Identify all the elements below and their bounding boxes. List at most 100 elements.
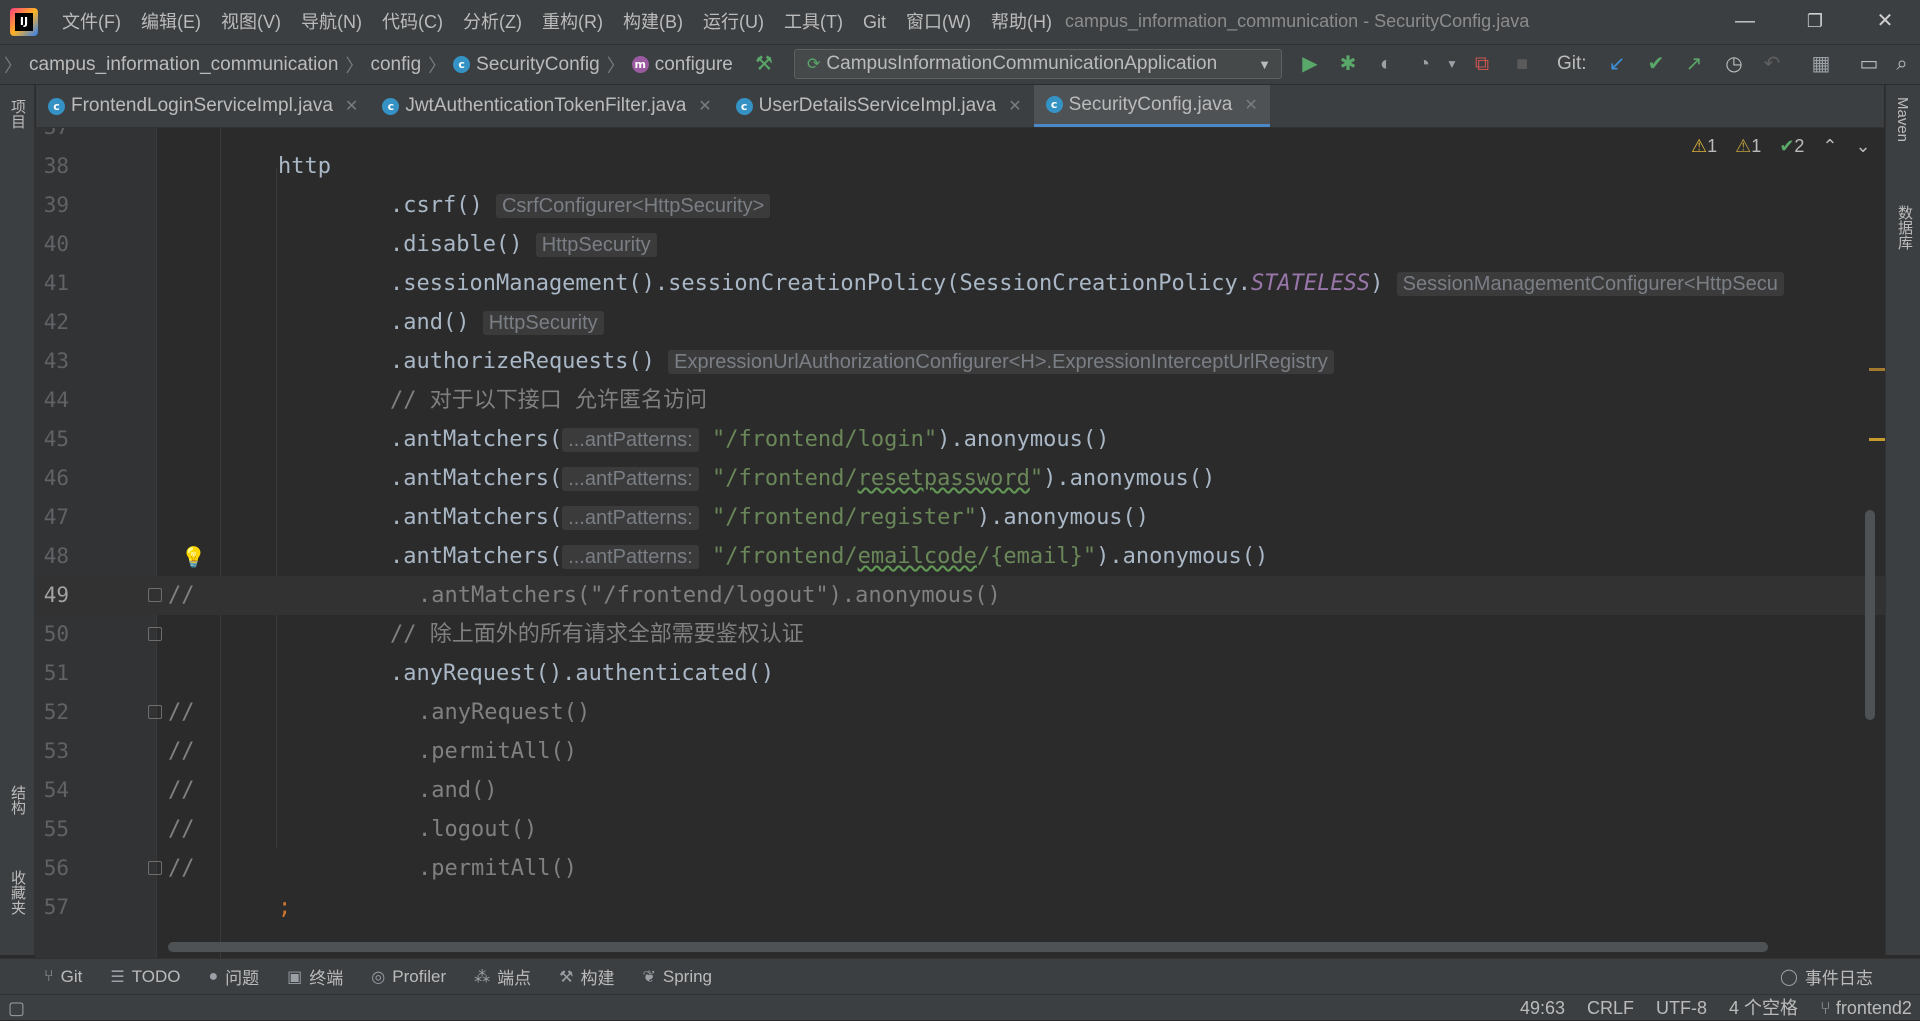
menu-help[interactable]: 帮助(H) <box>981 0 1062 44</box>
git-update-icon[interactable]: ↙ <box>1603 50 1631 78</box>
vertical-scrollbar[interactable] <box>1865 510 1875 720</box>
code-line: 41 .sessionManagement().sessionCreationP… <box>35 264 1885 303</box>
code-line: 47 .antMatchers(...antPatterns: "/fronte… <box>43 505 1150 530</box>
code-line: 53 // .permitAll() <box>43 739 577 764</box>
git-branch-icon: ⑂ <box>1820 998 1831 1018</box>
class-icon: c <box>1045 96 1063 113</box>
endpoints-tool-button[interactable]: ⁂ 端点 <box>474 964 531 989</box>
stop-icon[interactable]: ■ <box>1508 50 1536 78</box>
fold-marker-icon[interactable] <box>148 588 162 602</box>
hammer-icon: ⚒ <box>559 968 574 986</box>
run-configuration-label: CampusInformationCommunicationApplicatio… <box>826 53 1218 74</box>
git-tool-button[interactable]: ⑂ Git <box>44 967 82 987</box>
method-icon: m <box>631 56 649 73</box>
file-encoding[interactable]: UTF-8 <box>1656 995 1707 1021</box>
git-commit-icon[interactable]: ✔ <box>1642 50 1670 78</box>
code-line: 39 .csrf() CsrfConfigurer<HttpSecurity> <box>35 186 1885 225</box>
editor-tab[interactable]: c UserDetailsServiceImpl.java ✕ <box>724 85 1034 127</box>
build-tool-button[interactable]: ⚒ 构建 <box>559 964 614 989</box>
parameter-hint: ...antPatterns: <box>562 545 699 569</box>
warning-stripe-marker[interactable] <box>1869 438 1885 441</box>
fold-marker-icon[interactable] <box>148 627 162 641</box>
run-icon[interactable]: ▶ <box>1296 50 1324 78</box>
warning-stripe-marker[interactable] <box>1869 368 1885 371</box>
code-line: 37 <box>35 128 1885 147</box>
attach-debugger-icon[interactable]: ⧉ <box>1468 50 1496 78</box>
editor-tab-active[interactable]: c SecurityConfig.java ✕ <box>1033 85 1270 127</box>
close-tab-icon[interactable]: ✕ <box>345 96 358 116</box>
tab-label: JwtAuthenticationTokenFilter.java <box>405 95 687 116</box>
profiler-tool-button[interactable]: ◎ Profiler <box>371 967 446 987</box>
breadcrumb-class[interactable]: c SecurityConfig <box>453 54 600 76</box>
project-tool-window-button[interactable]: 项目 <box>7 99 28 129</box>
editor-tab[interactable]: c JwtAuthenticationTokenFilter.java ✕ <box>370 85 723 127</box>
type-hint: HttpSecurity <box>535 233 657 257</box>
history-icon[interactable]: ◷ <box>1720 50 1748 78</box>
problems-tool-button[interactable]: ● 问题 <box>209 964 260 989</box>
terminal-icon: ▣ <box>287 968 303 986</box>
toggle-tool-windows-icon[interactable]: ▢ <box>8 995 25 1021</box>
menu-view[interactable]: 视图(V) <box>211 0 291 44</box>
menu-analyze[interactable]: 分析(Z) <box>453 0 532 44</box>
git-branch-icon: ⑂ <box>44 967 54 985</box>
project-structure-icon[interactable]: ▦ <box>1807 50 1835 78</box>
breadcrumb-project[interactable]: campus_information_communication <box>29 54 338 76</box>
close-tab-icon[interactable]: ✕ <box>1008 96 1021 116</box>
menu-run[interactable]: 运行(U) <box>693 0 774 44</box>
menu-refactor[interactable]: 重构(R) <box>532 0 613 44</box>
profile-icon[interactable]: ◔ <box>1410 50 1438 78</box>
breadcrumb-method[interactable]: m configure <box>631 54 733 76</box>
breadcrumb-package[interactable]: config <box>370 54 421 76</box>
code-line: 46 .antMatchers(...antPatterns: "/fronte… <box>43 466 1216 491</box>
typo-highlight: emailcode <box>857 544 977 569</box>
favorites-tool-window-button[interactable]: 收藏夹 <box>7 870 28 915</box>
menu-window[interactable]: 窗口(W) <box>896 0 981 44</box>
database-tool-window-button[interactable]: 数据库 <box>1894 205 1915 250</box>
debug-icon[interactable]: ✱ <box>1334 50 1362 78</box>
fold-marker-icon[interactable] <box>148 861 162 875</box>
menu-tools[interactable]: 工具(T) <box>774 0 853 44</box>
rollback-icon[interactable]: ↶ <box>1758 50 1786 78</box>
event-log-button[interactable]: ◯ 事件日志 <box>1780 964 1873 989</box>
menu-navigate[interactable]: 导航(N) <box>291 0 372 44</box>
code-line: 54 // .and() <box>43 778 498 803</box>
run-configuration-select[interactable]: ⟳ CampusInformationCommunicationApplicat… <box>794 49 1282 79</box>
search-icon[interactable]: ⌕ <box>1888 50 1916 78</box>
fold-marker-icon[interactable] <box>148 705 162 719</box>
todo-tool-button[interactable]: ☰ TODO <box>110 967 180 987</box>
indent-setting[interactable]: 4 个空格 <box>1729 995 1798 1021</box>
spring-tool-button[interactable]: ❦ Spring <box>642 967 712 987</box>
git-branch-widget[interactable]: ⑂ frontend2 <box>1820 995 1912 1021</box>
horizontal-scrollbar[interactable] <box>168 942 1768 952</box>
structure-tool-window-button[interactable]: 结构 <box>7 785 28 815</box>
code-line: 56 // .permitAll() <box>43 856 577 881</box>
menu-code[interactable]: 代码(C) <box>372 0 453 44</box>
close-tab-icon[interactable]: ✕ <box>1244 95 1257 115</box>
close-window-button[interactable]: ✕ <box>1855 0 1915 42</box>
code-line: 38 http <box>43 154 331 179</box>
build-hammer-icon[interactable]: ⚒ <box>750 50 778 78</box>
type-hint: SessionManagementConfigurer<HttpSecu <box>1396 272 1784 296</box>
right-tool-strip: Maven 数据库 <box>1885 85 1920 955</box>
close-tab-icon[interactable]: ✕ <box>698 96 711 116</box>
git-push-icon[interactable]: ↗ <box>1680 50 1708 78</box>
menu-edit[interactable]: 编辑(E) <box>131 0 211 44</box>
code-editor[interactable]: ⚠1 ⚠1 ✔2 ⌃ ⌄ 37 38 http 39 .csrf() CsrfC… <box>35 128 1885 958</box>
line-separator[interactable]: CRLF <box>1587 995 1634 1021</box>
coverage-icon[interactable]: ◐ <box>1372 50 1400 78</box>
window-title: campus_information_communication - Secur… <box>1065 11 1530 31</box>
editor-tab[interactable]: c FrontendLoginServiceImpl.java ✕ <box>36 85 370 127</box>
maven-tool-window-button[interactable]: Maven <box>1894 97 1911 142</box>
terminal-tool-button[interactable]: ▣ 终端 <box>287 964 343 989</box>
minimize-button[interactable]: — <box>1715 0 1775 42</box>
menu-file[interactable]: 文件(F) <box>52 0 131 44</box>
caret-position[interactable]: 49:63 <box>1520 995 1565 1021</box>
menu-build[interactable]: 构建(B) <box>613 0 693 44</box>
menu-git[interactable]: Git <box>853 0 896 44</box>
more-run-options-icon[interactable]: ▼ <box>1438 50 1466 78</box>
layout-icon[interactable]: ▭ <box>1855 50 1883 78</box>
code-line: 42 .and() HttpSecurity <box>35 303 1885 342</box>
code-line: 48 💡 .antMatchers(...antPatterns: "/fron… <box>43 544 1269 570</box>
lightbulb-icon[interactable]: 💡 <box>181 545 206 570</box>
restore-button[interactable]: ❐ <box>1785 0 1845 42</box>
